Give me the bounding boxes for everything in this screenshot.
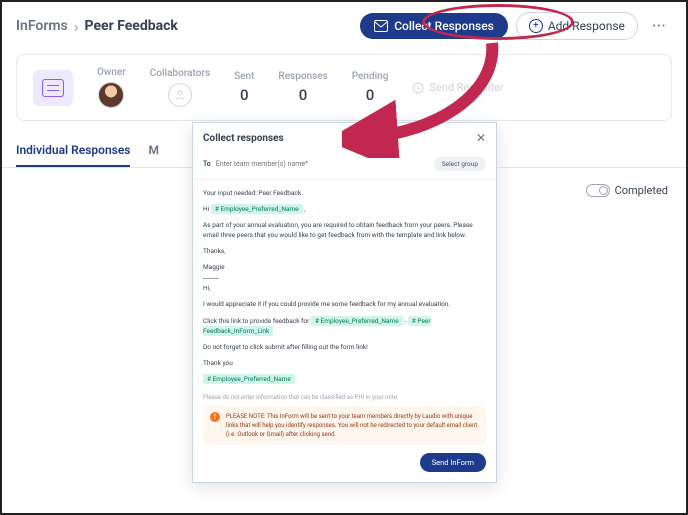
chevron-right-icon: › xyxy=(74,17,79,36)
form-stats-card: Owner Collaborators Sent 0 Responses 0 P… xyxy=(16,54,672,121)
breadcrumb: InForms › Peer Feedback xyxy=(16,17,352,36)
sent-label: Sent xyxy=(234,71,254,82)
page-header: InForms › Peer Feedback Collect Response… xyxy=(2,2,686,50)
phi-disclaimer: Please do not enter information that can… xyxy=(193,394,496,406)
header-actions: Collect Responses + Add Response ··· xyxy=(360,12,672,40)
add-response-label: Add Response xyxy=(548,19,625,33)
sent-value: 0 xyxy=(240,86,249,104)
person-icon xyxy=(174,89,186,101)
collect-responses-label: Collect Responses xyxy=(394,19,494,33)
link-line: Click this link to provide feedback for … xyxy=(203,316,486,336)
owner-avatar[interactable] xyxy=(98,82,124,108)
employee-name-tag-2[interactable]: # Employee_Preferred_Name xyxy=(311,316,403,326)
more-menu-button[interactable]: ··· xyxy=(646,16,672,37)
body-para-2: I would appreciate it if you could provi… xyxy=(203,299,486,309)
send-inform-button[interactable]: Send InForm xyxy=(420,453,486,472)
breadcrumb-root[interactable]: InForms xyxy=(16,18,68,34)
employee-name-tag[interactable]: # Employee_Preferred_Name xyxy=(211,204,303,214)
to-label: To xyxy=(203,160,211,168)
greeting-2: Hi, xyxy=(203,283,486,293)
pending-label: Pending xyxy=(352,71,389,82)
envelope-icon xyxy=(374,20,388,32)
tab-individual-responses[interactable]: Individual Responses xyxy=(16,135,130,167)
pending-stat: Pending 0 xyxy=(352,71,389,104)
modal-header: Collect responses ✕ xyxy=(193,123,496,153)
responses-label: Responses xyxy=(278,71,327,82)
select-group-button[interactable]: Select group xyxy=(434,157,486,171)
divider xyxy=(203,278,219,279)
body-para-3: Do not forget to click submit after fill… xyxy=(203,342,486,352)
close-icon[interactable]: ✕ xyxy=(476,131,486,145)
tab-second[interactable]: M xyxy=(148,135,159,167)
pending-value: 0 xyxy=(366,86,375,104)
greeting-line: Hi # Employee_Preferred_Name , xyxy=(203,204,486,214)
email-subject: Your input needed: Peer Feedback xyxy=(203,188,486,198)
modal-body: Your input needed: Peer Feedback Hi # Em… xyxy=(193,180,496,394)
warning-note: ! PLEASE NOTE: This InForm will be sent … xyxy=(203,406,486,445)
modal-title: Collect responses xyxy=(203,133,284,144)
form-icon xyxy=(33,70,73,106)
sent-stat: Sent 0 xyxy=(234,71,254,104)
completed-label: Completed xyxy=(615,184,668,197)
reminder-label: Send Reminder xyxy=(429,81,503,94)
thankyou-line: Thank you xyxy=(203,358,486,368)
collect-responses-modal: Collect responses ✕ To Select group Your… xyxy=(192,122,497,483)
collab-label: Collaborators xyxy=(150,68,210,79)
responses-stat: Responses 0 xyxy=(278,71,327,104)
body-para-1: As part of your annual evaluation, you a… xyxy=(203,220,486,240)
collaborators-stat: Collaborators xyxy=(150,68,210,107)
plus-icon: + xyxy=(529,19,543,33)
add-response-button[interactable]: + Add Response xyxy=(516,12,638,40)
recipient-row: To Select group xyxy=(193,153,496,180)
recipient-input[interactable] xyxy=(216,160,429,168)
responses-value: 0 xyxy=(299,86,308,104)
owner-label: Owner xyxy=(97,67,126,78)
modal-footer: Send InForm xyxy=(193,453,496,482)
warning-icon: ! xyxy=(210,412,220,422)
breadcrumb-current: Peer Feedback xyxy=(85,18,178,34)
add-collaborator-button[interactable] xyxy=(168,83,192,107)
employee-name-tag-3: # Employee_Preferred_Name xyxy=(203,374,486,384)
toggle-icon xyxy=(586,184,610,197)
signer-name: Maggie xyxy=(203,262,486,272)
send-reminder-button[interactable]: Send Reminder xyxy=(412,81,503,94)
clock-icon xyxy=(412,82,424,94)
owner-stat: Owner xyxy=(97,67,126,108)
thanks-line: Thanks, xyxy=(203,246,486,256)
completed-toggle[interactable]: Completed xyxy=(586,184,668,197)
warning-text: PLEASE NOTE: This InForm will be sent to… xyxy=(226,412,479,439)
collect-responses-button[interactable]: Collect Responses xyxy=(360,13,508,39)
